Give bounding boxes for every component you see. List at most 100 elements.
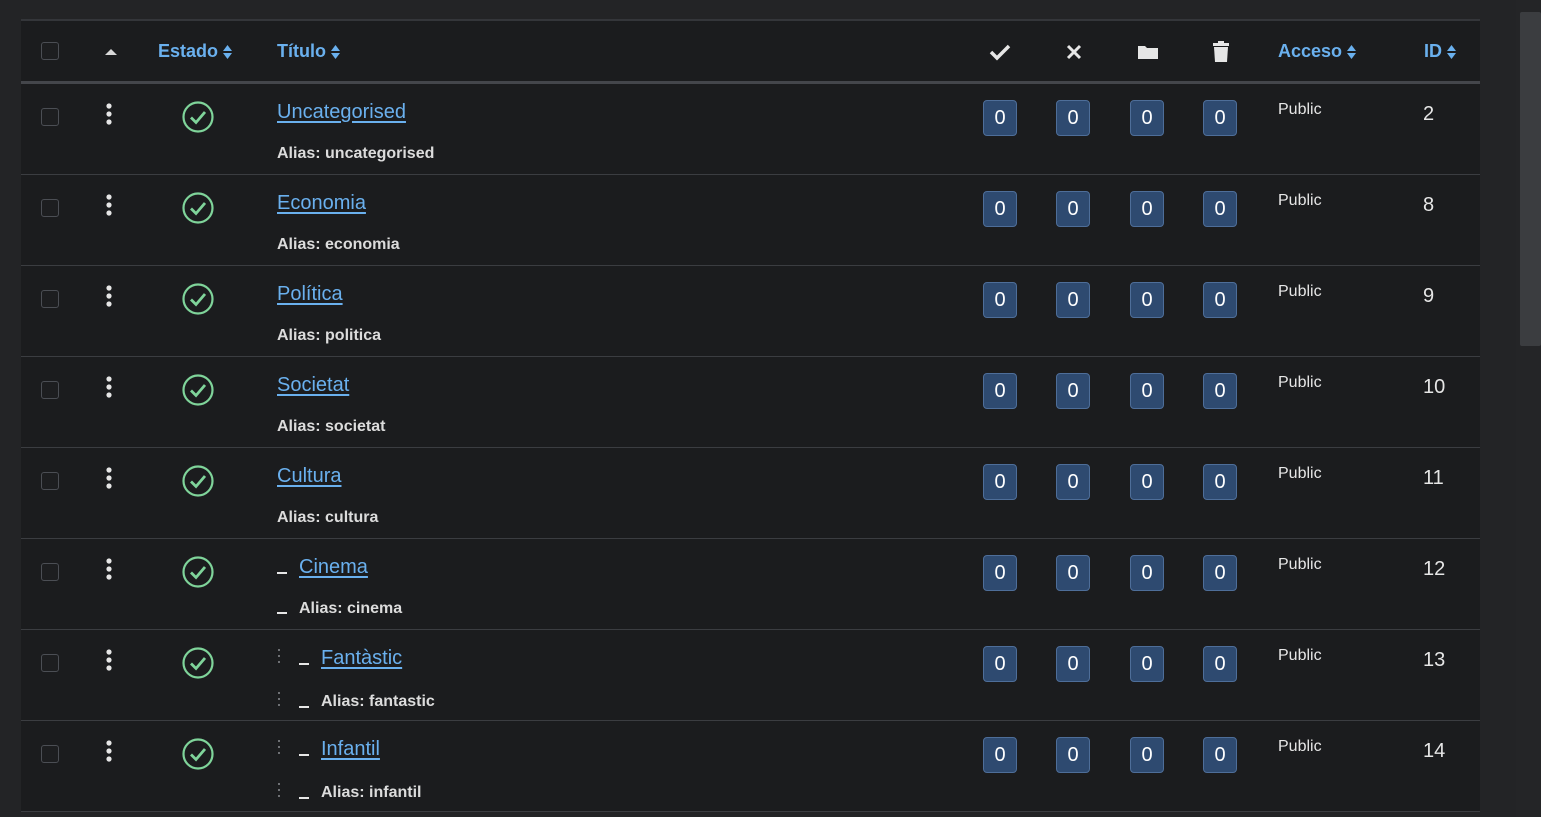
trashed-count-badge[interactable]: 0 xyxy=(1203,373,1237,409)
select-all-checkbox[interactable] xyxy=(41,42,59,60)
row-actions-icon[interactable] xyxy=(105,103,113,125)
category-title-link[interactable]: Cultura xyxy=(277,465,341,488)
archived-count-badge[interactable]: 0 xyxy=(1130,555,1164,591)
category-alias: Alias: uncategorised xyxy=(277,145,435,162)
times-icon xyxy=(1062,41,1086,63)
folder-icon xyxy=(1136,41,1160,63)
category-title-link[interactable]: Cinema xyxy=(299,556,368,579)
unpublished-count-badge[interactable]: 0 xyxy=(1056,464,1090,500)
unpublished-count-badge[interactable]: 0 xyxy=(1056,191,1090,227)
unpublished-count-badge[interactable]: 0 xyxy=(1056,555,1090,591)
scrollbar-thumb[interactable] xyxy=(1520,12,1541,346)
level-indent xyxy=(277,600,299,618)
sort-icon xyxy=(1447,44,1456,59)
unpublished-count-badge[interactable]: 0 xyxy=(1056,282,1090,318)
published-count-badge[interactable]: 0 xyxy=(983,555,1017,591)
caret-up-icon[interactable] xyxy=(103,46,119,58)
published-check-icon[interactable] xyxy=(182,283,214,315)
unpublished-count-badge[interactable]: 0 xyxy=(1056,737,1090,773)
row-checkbox[interactable] xyxy=(41,563,59,581)
published-check-icon[interactable] xyxy=(182,647,214,679)
trashed-count-badge[interactable]: 0 xyxy=(1203,737,1237,773)
published-check-icon[interactable] xyxy=(182,738,214,770)
archived-count-badge[interactable]: 0 xyxy=(1130,282,1164,318)
trashed-count-badge[interactable]: 0 xyxy=(1203,191,1237,227)
category-alias: Alias: politica xyxy=(277,327,382,344)
row-checkbox[interactable] xyxy=(41,654,59,672)
trash-icon xyxy=(1209,41,1233,63)
row-actions-icon[interactable] xyxy=(105,376,113,398)
category-title-link[interactable]: Uncategorised xyxy=(277,101,406,124)
category-title-link[interactable]: Fantàstic xyxy=(321,647,402,670)
level-indent xyxy=(277,691,321,712)
published-check-icon[interactable] xyxy=(182,374,214,406)
unpublished-count-badge[interactable]: 0 xyxy=(1056,646,1090,682)
archived-count-badge[interactable]: 0 xyxy=(1130,373,1164,409)
row-checkbox[interactable] xyxy=(41,745,59,763)
table-header: Estado Título Acceso ID xyxy=(21,21,1480,84)
archived-count-badge[interactable]: 0 xyxy=(1130,646,1164,682)
published-check-icon[interactable] xyxy=(182,192,214,224)
published-count-badge[interactable]: 0 xyxy=(983,646,1017,682)
category-alias: Alias: infantil xyxy=(321,783,422,801)
sort-estado-link[interactable]: Estado xyxy=(158,41,233,62)
archived-count-badge[interactable]: 0 xyxy=(1130,191,1164,227)
level-indent xyxy=(277,782,321,803)
access-level: Public xyxy=(1278,465,1322,482)
published-check-icon[interactable] xyxy=(182,465,214,497)
access-level: Public xyxy=(1278,738,1322,755)
row-actions-icon[interactable] xyxy=(105,558,113,580)
category-title-link[interactable]: Infantil xyxy=(321,738,380,761)
published-count-badge[interactable]: 0 xyxy=(983,100,1017,136)
row-checkbox[interactable] xyxy=(41,290,59,308)
tree-guide-icon xyxy=(278,649,280,663)
table-row: Infantil Alias: infantil 0 0 0 0 Public … xyxy=(21,721,1480,812)
alias-line: Alias: uncategorised xyxy=(277,145,434,163)
category-alias: Alias: cinema xyxy=(299,600,403,617)
archived-count-badge[interactable]: 0 xyxy=(1130,464,1164,500)
row-checkbox[interactable] xyxy=(41,199,59,217)
categories-table: Estado Título Acceso ID Uncategorised Al… xyxy=(21,19,1480,812)
alias-line: Alias: infantil xyxy=(277,782,421,803)
category-title-link[interactable]: Política xyxy=(277,283,343,306)
published-count-badge[interactable]: 0 xyxy=(983,282,1017,318)
row-actions-icon[interactable] xyxy=(105,467,113,489)
trashed-count-badge[interactable]: 0 xyxy=(1203,282,1237,318)
published-count-badge[interactable]: 0 xyxy=(983,737,1017,773)
trashed-count-badge[interactable]: 0 xyxy=(1203,555,1237,591)
row-actions-icon[interactable] xyxy=(105,740,113,762)
sort-id-link[interactable]: ID xyxy=(1424,41,1457,62)
table-body: Uncategorised Alias: uncategorised 0 0 0… xyxy=(21,84,1480,812)
published-count-badge[interactable]: 0 xyxy=(983,191,1017,227)
published-check-icon[interactable] xyxy=(182,101,214,133)
row-checkbox[interactable] xyxy=(41,381,59,399)
sort-acceso-link[interactable]: Acceso xyxy=(1278,41,1357,62)
trashed-count-badge[interactable]: 0 xyxy=(1203,464,1237,500)
trashed-count-badge[interactable]: 0 xyxy=(1203,646,1237,682)
row-actions-icon[interactable] xyxy=(105,194,113,216)
published-count-badge[interactable]: 0 xyxy=(983,373,1017,409)
unpublished-count-badge[interactable]: 0 xyxy=(1056,373,1090,409)
row-checkbox[interactable] xyxy=(41,108,59,126)
archived-count-badge[interactable]: 0 xyxy=(1130,737,1164,773)
sort-icon xyxy=(223,44,233,59)
row-actions-icon[interactable] xyxy=(105,649,113,671)
id-header-label: ID xyxy=(1424,41,1442,61)
row-actions-icon[interactable] xyxy=(105,285,113,307)
category-title-link[interactable]: Societat xyxy=(277,374,349,397)
sort-titulo-link[interactable]: Título xyxy=(277,41,341,62)
access-level: Public xyxy=(1278,192,1322,209)
archived-count-badge[interactable]: 0 xyxy=(1130,100,1164,136)
alias-line: Alias: cinema xyxy=(277,600,402,618)
row-checkbox[interactable] xyxy=(41,472,59,490)
title-line: Cinema xyxy=(277,556,368,579)
level-dash xyxy=(299,663,309,665)
level-indent xyxy=(277,738,321,761)
trashed-count-badge[interactable]: 0 xyxy=(1203,100,1237,136)
unpublished-count-badge[interactable]: 0 xyxy=(1056,100,1090,136)
published-count-badge[interactable]: 0 xyxy=(983,464,1017,500)
category-title-link[interactable]: Economia xyxy=(277,192,366,215)
access-level: Public xyxy=(1278,374,1322,391)
published-check-icon[interactable] xyxy=(182,556,214,588)
title-line: Fantàstic xyxy=(277,647,402,670)
